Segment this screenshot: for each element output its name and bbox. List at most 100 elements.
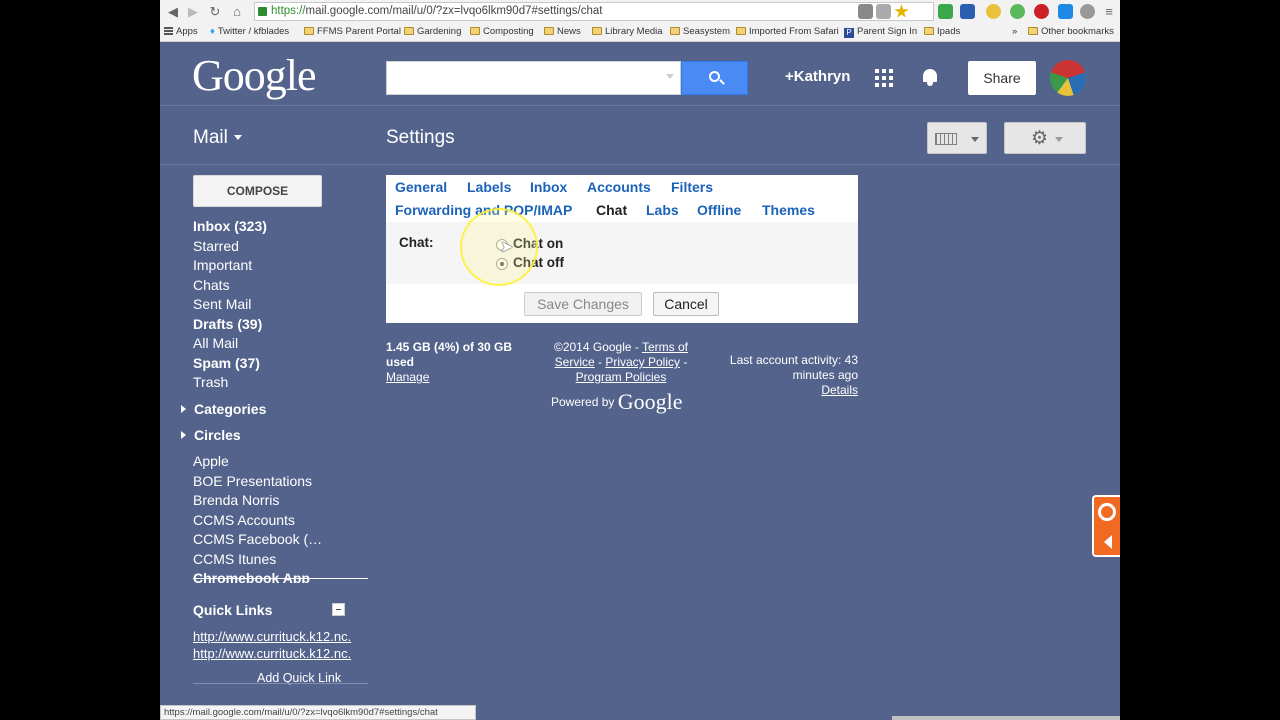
manage-storage-link[interactable]: Manage xyxy=(386,370,429,384)
sidebar-label-boe[interactable]: BOE Presentations xyxy=(193,473,312,489)
search-options-caret-icon[interactable] xyxy=(666,74,674,79)
sidebar-item-drafts[interactable]: Drafts (39) xyxy=(193,316,262,332)
evernote-clip-icon[interactable] xyxy=(1010,4,1025,19)
sidebar-section-categories[interactable]: Categories xyxy=(181,401,266,417)
folder-icon xyxy=(670,27,680,35)
bookmark-apps[interactable]: Apps xyxy=(164,26,198,37)
tab-themes[interactable]: Themes xyxy=(762,202,815,218)
zoom-icon[interactable] xyxy=(876,4,891,19)
apps-grid-icon xyxy=(164,26,173,35)
search-input[interactable] xyxy=(386,61,681,95)
pinterest-icon[interactable] xyxy=(1034,4,1049,19)
user-profile-link[interactable]: +Kathryn xyxy=(785,68,850,85)
sidebar-item-all-mail[interactable]: All Mail xyxy=(193,335,238,351)
quick-link-1[interactable]: http://www.currituck.k12.nc. xyxy=(193,629,351,644)
spiral-icon xyxy=(1098,503,1116,521)
program-policies-link[interactable]: Program Policies xyxy=(576,370,667,384)
sidebar-item-sent-mail[interactable]: Sent Mail xyxy=(193,296,251,312)
evernote-extension-icon[interactable] xyxy=(938,4,953,19)
legal-links: ©2014 Google - Terms of Service - Privac… xyxy=(553,340,689,384)
bookmark-other[interactable]: Other bookmarks xyxy=(1028,26,1114,37)
bookmark-seasystem[interactable]: Seasystem xyxy=(670,26,730,37)
sidebar-label-chromebook[interactable]: Chromebook App xyxy=(193,570,310,583)
compose-button[interactable]: COMPOSE xyxy=(193,175,322,207)
tab-general[interactable]: General xyxy=(395,179,447,195)
privacy-link[interactable]: Privacy Policy xyxy=(605,355,680,369)
back-icon[interactable]: ◀ xyxy=(164,3,182,21)
apps-grid-icon[interactable] xyxy=(875,69,893,87)
sidebar-label-ccms-facebook[interactable]: CCMS Facebook (… xyxy=(193,531,322,547)
address-bar[interactable]: https://mail.google.com/mail/u/0/?zx=lvq… xyxy=(254,2,934,21)
google-logo[interactable]: Google xyxy=(192,50,317,101)
eye-extension-icon[interactable] xyxy=(858,4,873,19)
divider xyxy=(160,164,1120,165)
divider xyxy=(160,105,1120,106)
settings-button[interactable]: ⚙ xyxy=(1004,122,1086,154)
collapse-icon[interactable] xyxy=(332,603,345,616)
extension-icon[interactable] xyxy=(986,4,1001,19)
reload-icon[interactable]: ↻ xyxy=(206,3,224,21)
bookmark-gardening[interactable]: Gardening xyxy=(404,26,461,37)
tab-offline[interactable]: Offline xyxy=(697,202,741,218)
menu-icon[interactable]: ≡ xyxy=(1100,3,1118,21)
sidebar-label-apple[interactable]: Apple xyxy=(193,453,229,469)
sidebar-label-ccms-accounts[interactable]: CCMS Accounts xyxy=(193,512,295,528)
tab-labs[interactable]: Labs xyxy=(646,202,679,218)
arrow-left-icon xyxy=(1104,535,1112,549)
bookmark-library-media[interactable]: Library Media xyxy=(592,26,663,37)
chat-setting-row: Chat: Chat on Chat off xyxy=(386,222,858,284)
home-icon[interactable]: ⌂ xyxy=(228,3,246,21)
horizontal-scrollbar[interactable] xyxy=(892,716,1120,720)
mail-dropdown[interactable]: Mail xyxy=(193,127,242,149)
bookmark-news[interactable]: News xyxy=(544,26,581,37)
folder-icon xyxy=(404,27,414,35)
avatar[interactable] xyxy=(1050,60,1086,96)
puzzle-extension-icon[interactable] xyxy=(1080,4,1095,19)
sidebar-item-trash[interactable]: Trash xyxy=(193,374,228,390)
bookmark-twitter[interactable]: ♦ Twitter / kfblades xyxy=(210,26,289,37)
docs-extension-icon[interactable] xyxy=(1058,4,1073,19)
sidebar-item-starred[interactable]: Starred xyxy=(193,238,239,254)
sidebar-label-ccms-itunes[interactable]: CCMS Itunes xyxy=(193,551,276,567)
sidebar-label-brenda[interactable]: Brenda Norris xyxy=(193,492,279,508)
quick-link-2[interactable]: http://www.currituck.k12.nc. xyxy=(193,646,351,661)
details-link[interactable]: Details xyxy=(821,383,858,397)
side-widget-tab[interactable] xyxy=(1092,495,1120,557)
folder-icon xyxy=(1028,27,1038,35)
url-scheme: https:// xyxy=(271,5,306,17)
folder-icon xyxy=(470,27,480,35)
delicious-extension-icon[interactable] xyxy=(960,4,975,19)
powered-by: Powered by Google xyxy=(551,389,683,414)
browser-toolbar: ◀ ▶ ↻ ⌂ https://mail.google.com/mail/u/0… xyxy=(160,0,1120,42)
save-changes-button[interactable]: Save Changes xyxy=(524,292,642,316)
bookmark-ffms[interactable]: FFMS Parent Portal xyxy=(304,26,401,37)
browser-window: ◀ ▶ ↻ ⌂ https://mail.google.com/mail/u/0… xyxy=(160,0,1120,720)
input-tools-button[interactable] xyxy=(927,122,987,154)
sidebar-item-inbox[interactable]: Inbox (323) xyxy=(193,218,267,234)
cancel-button[interactable]: Cancel xyxy=(653,292,719,316)
search-button[interactable] xyxy=(681,61,748,95)
tab-chat[interactable]: Chat xyxy=(596,202,627,218)
bookmark-composting[interactable]: Composting xyxy=(470,26,534,37)
tab-inbox[interactable]: Inbox xyxy=(530,179,567,195)
sidebar-item-spam[interactable]: Spam (37) xyxy=(193,355,260,371)
sidebar-item-chats[interactable]: Chats xyxy=(193,277,230,293)
tab-accounts[interactable]: Accounts xyxy=(587,179,651,195)
tab-labels[interactable]: Labels xyxy=(467,179,511,195)
bookmark-ipads[interactable]: Ipads xyxy=(924,26,960,37)
account-activity: Last account activity: 43 minutes ago De… xyxy=(708,353,858,398)
mouse-pointer-icon: ➤ xyxy=(500,239,514,256)
twitter-icon: ♦ xyxy=(210,26,215,37)
share-button[interactable]: Share xyxy=(968,61,1036,95)
bookmarks-overflow[interactable]: » xyxy=(1012,26,1017,37)
tab-filters[interactable]: Filters xyxy=(671,179,713,195)
sidebar-section-circles[interactable]: Circles xyxy=(181,427,241,443)
page-title: Settings xyxy=(386,127,455,148)
bookmark-imported[interactable]: Imported From Safari xyxy=(736,26,839,37)
notifications-bell-icon[interactable] xyxy=(921,67,939,87)
expand-arrow-icon xyxy=(181,431,186,439)
sidebar-item-important[interactable]: Important xyxy=(193,257,252,273)
forward-icon[interactable]: ▶ xyxy=(184,3,202,21)
bookmark-parent-sign-in[interactable]: P Parent Sign In xyxy=(844,26,917,38)
folder-icon xyxy=(924,27,934,35)
